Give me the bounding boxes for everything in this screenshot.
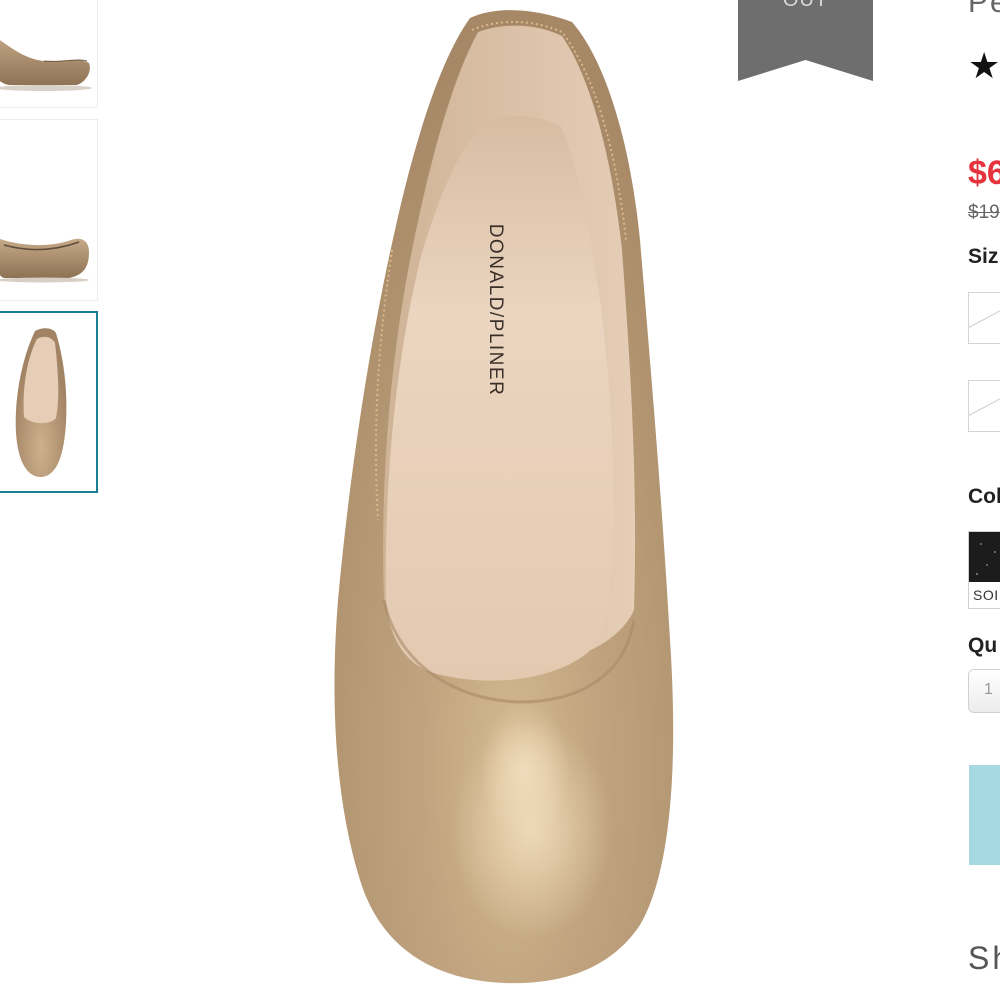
size-label: Siz [968,245,999,268]
quantity-label: Qu [968,634,998,657]
size-option-unavailable[interactable] [968,380,1000,432]
product-title: Pe [968,0,1000,19]
thumbnail-top-view[interactable] [0,311,98,493]
thumbnail-profile-view[interactable] [0,119,98,301]
brand-imprint: DONALD/PLINER [485,224,506,397]
unavailable-slash [969,381,1000,418]
unavailable-slash [969,293,1000,330]
quantity-select[interactable]: 1 [968,669,1000,713]
star-icon[interactable]: ★ [968,46,1000,86]
size-option-unavailable[interactable] [968,292,1000,344]
sold-out-badge [738,0,873,81]
main-product-image[interactable]: DONALD/PLINER [300,0,720,1000]
thumbnail-side-view[interactable] [0,0,98,108]
quantity-value: 1 [984,681,993,698]
section-heading: Sh [968,940,1000,976]
original-price: $19 [968,202,1000,223]
add-to-bag-button[interactable] [969,765,1000,865]
color-swatch-label: SOI [973,587,999,603]
color-swatch-image [969,532,1000,582]
sold-out-label: OUT [782,0,829,11]
color-swatch[interactable]: SOI [968,531,1000,609]
color-label: Col [968,485,1000,508]
sale-price: $6 [968,154,1000,192]
